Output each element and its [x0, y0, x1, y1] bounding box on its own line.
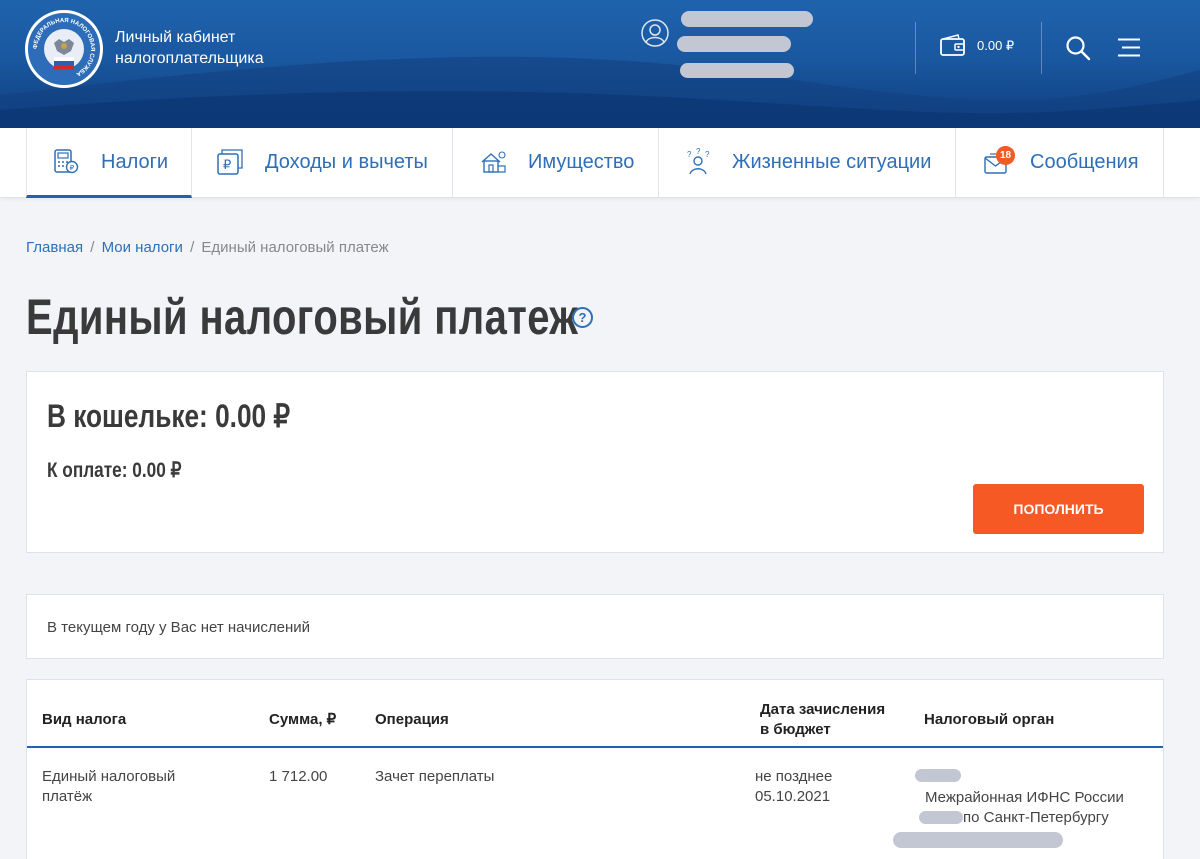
cell-tax-type-line-2: платёж: [42, 788, 93, 805]
brand-title[interactable]: Личный кабинет налогоплательщика: [115, 27, 264, 69]
redacted-authority-code: [915, 769, 961, 782]
nav-tab-income-deductions[interactable]: ₽ Доходы и вычеты: [192, 128, 453, 198]
no-charges-text: В текущем году у Вас нет начислений: [47, 619, 310, 636]
redacted-authority-address: [893, 832, 1063, 848]
income-ruble-icon: ₽: [217, 149, 243, 175]
nav-tab-label: Жизненные ситуации: [732, 151, 932, 173]
search-icon[interactable]: [1065, 35, 1091, 66]
nav-tab-taxes[interactable]: ₽ Налоги: [26, 128, 192, 198]
breadcrumb-my-taxes-link[interactable]: Мои налоги: [102, 239, 183, 256]
nav-tab-label: Сообщения: [1030, 151, 1139, 173]
property-house-icon: [481, 151, 506, 173]
no-charges-notice: В текущем году у Вас нет начислений: [26, 594, 1164, 659]
cell-date-line-1: не позднее: [755, 768, 833, 785]
breadcrumb-separator: /: [90, 239, 95, 256]
svg-text:₽: ₽: [223, 157, 231, 172]
redacted-user-name-2: [677, 36, 791, 52]
messages-count-badge: 18: [996, 146, 1015, 165]
site-header: ФЕДЕРАЛЬНАЯ НАЛОГОВАЯ СЛУЖБА Личный каби…: [0, 0, 1200, 128]
hamburger-menu-icon[interactable]: [1118, 38, 1142, 63]
brand-line-2: налогоплательщика: [115, 50, 264, 67]
cell-tax-type: Единый налоговый платёж: [42, 767, 175, 807]
redacted-authority-number: [919, 811, 963, 824]
column-header-date: Дата зачисления в бюджет: [760, 700, 885, 740]
wallet-card: В кошельке: 0.00 ₽ К оплате: 0.00 ₽ ПОПО…: [26, 371, 1164, 553]
nav-tab-messages[interactable]: Сообщения: [956, 128, 1164, 198]
breadcrumb-current: Единый налоговый платеж: [201, 239, 389, 256]
cell-amount: 1 712.00: [269, 768, 328, 785]
column-header-operation: Операция: [375, 711, 449, 728]
column-header-tax-type: Вид налога: [42, 711, 127, 728]
svg-text:?: ?: [687, 150, 692, 159]
redacted-user-name: [681, 11, 813, 27]
wallet-icon: [940, 34, 965, 56]
wallet-balance-button[interactable]: 0.00 ₽: [939, 34, 1014, 58]
cell-authority-line-1: Межрайонная ИФНС России: [925, 789, 1124, 806]
header-divider: [915, 22, 916, 74]
svg-text:₽: ₽: [70, 164, 75, 172]
cell-date-line-2: 05.10.2021: [755, 788, 831, 805]
cell-tax-type-line-1: Единый налоговый: [42, 768, 176, 785]
column-header-date-line-2: в бюджет: [760, 721, 831, 738]
brand-line-1: Личный кабинет: [115, 29, 236, 46]
page-title: Единый налоговый платеж: [26, 289, 579, 345]
fns-logo[interactable]: ФЕДЕРАЛЬНАЯ НАЛОГОВАЯ СЛУЖБА: [25, 10, 103, 88]
breadcrumb-home-link[interactable]: Главная: [26, 239, 83, 256]
wallet-amount: 0.00 ₽: [977, 38, 1015, 53]
breadcrumb-separator: /: [190, 239, 195, 256]
top-up-button[interactable]: ПОПОЛНИТЬ: [973, 484, 1144, 534]
help-question-icon[interactable]: ?: [572, 307, 593, 328]
column-header-amount: Сумма, ₽: [269, 711, 337, 728]
header-divider: [1041, 22, 1042, 74]
nav-tab-label: Имущество: [528, 151, 635, 173]
payments-table: Вид налога Сумма, ₽ Операция Дата зачисл…: [26, 679, 1164, 859]
cell-date: не позднее 05.10.2021: [755, 767, 832, 807]
fns-emblem-icon: ФЕДЕРАЛЬНАЯ НАЛОГОВАЯ СЛУЖБА: [31, 16, 97, 82]
svg-text:?: ?: [705, 150, 710, 159]
main-nav: ₽ Налоги ₽ Доходы и вычеты Имущество ? ?…: [0, 128, 1200, 198]
nav-tab-property[interactable]: Имущество: [453, 128, 659, 198]
wallet-balance-title: В кошельке: 0.00 ₽: [47, 398, 291, 434]
life-situations-person-icon: ? ? ?: [687, 148, 710, 175]
nav-tab-label: Налоги: [101, 151, 169, 173]
table-header-divider: [27, 746, 1163, 748]
svg-text:?: ?: [696, 148, 701, 156]
cell-authority-line-2: по Санкт-Петербургу: [963, 809, 1109, 826]
nav-tab-label: Доходы и вычеты: [265, 151, 428, 173]
nav-tab-life-situations[interactable]: ? ? ? Жизненные ситуации: [659, 128, 956, 198]
amount-to-pay: К оплате: 0.00 ₽: [47, 459, 182, 482]
column-header-date-line-1: Дата зачисления: [760, 701, 886, 718]
breadcrumb: Главная / Мои налоги / Единый налоговый …: [26, 239, 389, 256]
column-header-authority: Налоговый орган: [924, 711, 1055, 728]
user-profile-icon[interactable]: [640, 18, 670, 53]
redacted-user-name-3: [680, 63, 794, 78]
cell-operation: Зачет переплаты: [375, 768, 495, 785]
taxes-calculator-icon: ₽: [54, 149, 79, 174]
